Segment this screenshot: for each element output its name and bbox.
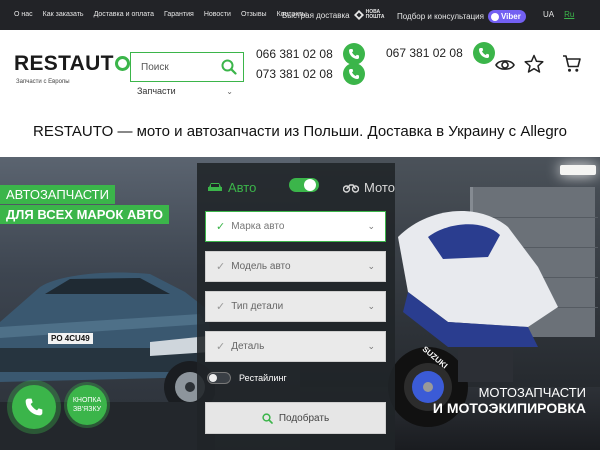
mode-toggle[interactable] xyxy=(289,178,319,192)
lang-ua[interactable]: UA xyxy=(543,10,554,19)
chevron-down-icon: ⌄ xyxy=(367,221,375,231)
phone-icon xyxy=(478,48,489,58)
consultation: Подбор и консультация Viber xyxy=(397,10,526,23)
logo-ring-icon xyxy=(114,56,130,71)
viber-icon xyxy=(490,12,499,21)
mode-auto-label: Авто xyxy=(228,179,257,195)
chevron-down-icon: ⌄ xyxy=(367,341,375,351)
restyling-switch[interactable] xyxy=(207,372,231,384)
restyling-toggle[interactable]: Рестайлинг xyxy=(207,372,287,384)
part-type-select[interactable]: ✓ Тип детали ⌄ xyxy=(205,291,386,322)
nav-link-warranty[interactable]: Гарантия xyxy=(164,11,194,18)
motorcycle-icon xyxy=(343,184,359,193)
nav-link-how-to-order[interactable]: Как заказать xyxy=(43,11,84,18)
search-box xyxy=(130,52,244,82)
part-placeholder: Деталь xyxy=(231,341,265,352)
viber-label: Viber xyxy=(500,12,521,21)
promo-moto-line2: И МОТОЭКИПИРОВКА xyxy=(432,400,586,416)
car-icon xyxy=(208,183,222,191)
catalog-select[interactable]: Запчасти ⌄ xyxy=(137,86,233,96)
phone-icon xyxy=(25,398,43,416)
search-icon[interactable] xyxy=(221,59,237,75)
phone-call-button-3[interactable] xyxy=(472,42,495,64)
site-logo[interactable]: RESTAUT xyxy=(14,52,130,76)
catalog-select-label: Запчасти xyxy=(137,86,176,96)
nova-poshta-icon xyxy=(353,10,364,20)
chevron-down-icon: ⌄ xyxy=(226,86,233,96)
check-icon: ✓ xyxy=(216,341,226,353)
phone-call-button-1[interactable] xyxy=(342,43,365,65)
phone-number-1[interactable]: 066 381 02 08 xyxy=(256,47,333,61)
part-select[interactable]: ✓ Деталь ⌄ xyxy=(205,331,386,362)
restyling-label: Рестайлинг xyxy=(239,373,287,383)
vehicle-mode-switch: Авто Мото xyxy=(207,177,395,197)
phone-row-3: 067 381 02 08 xyxy=(386,42,495,64)
nav-link-about[interactable]: О нас xyxy=(14,11,33,18)
promo-car-line2: ДЛЯ ВСЕХ МАРОК АВТО xyxy=(0,205,169,224)
fast-delivery: Быстрая доставка НОВА ПОШТА xyxy=(282,10,385,20)
nova-poshta-logo: НОВА ПОШТА xyxy=(353,10,385,20)
chevron-down-icon: ⌄ xyxy=(367,301,375,311)
find-parts-button[interactable]: Подобрать xyxy=(205,402,386,434)
language-switcher: UA Ru xyxy=(543,10,574,19)
logo-tagline: Запчасти с Европы xyxy=(16,79,70,85)
nav-link-news[interactable]: Новости xyxy=(204,11,231,18)
cart-icon[interactable] xyxy=(562,54,582,74)
check-icon: ✓ xyxy=(216,301,226,313)
find-parts-label: Подобрать xyxy=(278,412,330,424)
check-icon: ✓ xyxy=(216,261,226,273)
nav-link-reviews[interactable]: Отзывы xyxy=(241,11,267,18)
car-model-placeholder: Модель авто xyxy=(231,261,291,272)
search-icon xyxy=(262,412,273,424)
ceiling-lamp xyxy=(560,165,596,175)
car-model-select[interactable]: ✓ Модель авто ⌄ xyxy=(205,251,386,282)
floating-call-button[interactable] xyxy=(12,385,56,429)
viber-button[interactable]: Viber xyxy=(487,10,526,23)
part-type-placeholder: Тип детали xyxy=(231,301,284,312)
promo-moto: МОТОЗАПЧАСТИ И МОТОЭКИПИРОВКА xyxy=(433,385,586,416)
phone-number-2[interactable]: 073 381 02 08 xyxy=(256,67,333,81)
promo-car-line1: АВТОЗАПЧАСТИ xyxy=(0,185,115,204)
mode-auto[interactable]: Авто xyxy=(207,180,256,195)
star-icon[interactable] xyxy=(524,54,544,74)
phone-row-2: 073 381 02 08 xyxy=(256,63,365,85)
parts-search-form: Авто Мото ✓ Марка авто ⌄ ✓ Модель авто ⌄ xyxy=(197,163,395,450)
page-headline: RESTAUTO — мото и автозапчасти из Польши… xyxy=(0,105,600,157)
top-nav: О нас Как заказать Доставка и оплата Гар… xyxy=(14,11,307,18)
car-brand-select[interactable]: ✓ Марка авто ⌄ xyxy=(205,211,386,242)
phone-call-button-2[interactable] xyxy=(342,63,365,85)
phone-number-3[interactable]: 067 381 02 08 xyxy=(386,46,463,60)
hero-banner: PO 4CU49 SUZUKI АВТОЗАПЧАСТИ ДЛЯ ВСЕХ МА… xyxy=(0,157,600,450)
nova-poshta-line2: ПОШТА xyxy=(365,14,385,20)
check-icon: ✓ xyxy=(216,221,226,233)
phone-row-1: 066 381 02 08 xyxy=(256,43,365,65)
callback-button[interactable]: КНОПКА ЗВ'ЯЗКУ xyxy=(67,385,107,425)
top-bar: О нас Как заказать Доставка и оплата Гар… xyxy=(0,0,600,30)
promo-moto-line1: МОТОЗАПЧАСТИ xyxy=(478,385,586,400)
consultation-label: Подбор и консультация xyxy=(397,12,484,21)
eye-icon[interactable] xyxy=(495,55,515,75)
header: RESTAUT Запчасти с Европы Запчасти ⌄ 066… xyxy=(0,30,600,105)
logo-text: RESTAUT xyxy=(14,52,114,75)
car-license-plate: PO 4CU49 xyxy=(48,333,93,344)
mode-moto[interactable]: Мото xyxy=(343,180,395,195)
search-input[interactable] xyxy=(131,53,219,81)
mode-moto-label: Мото xyxy=(364,179,395,195)
phone-icon xyxy=(348,69,359,79)
fast-delivery-label: Быстрая доставка xyxy=(282,10,350,20)
phone-icon xyxy=(348,49,359,59)
chevron-down-icon: ⌄ xyxy=(367,261,375,271)
lang-ru[interactable]: Ru xyxy=(564,10,574,19)
car-brand-placeholder: Марка авто xyxy=(231,221,285,232)
nav-link-delivery-payment[interactable]: Доставка и оплата xyxy=(94,11,154,18)
